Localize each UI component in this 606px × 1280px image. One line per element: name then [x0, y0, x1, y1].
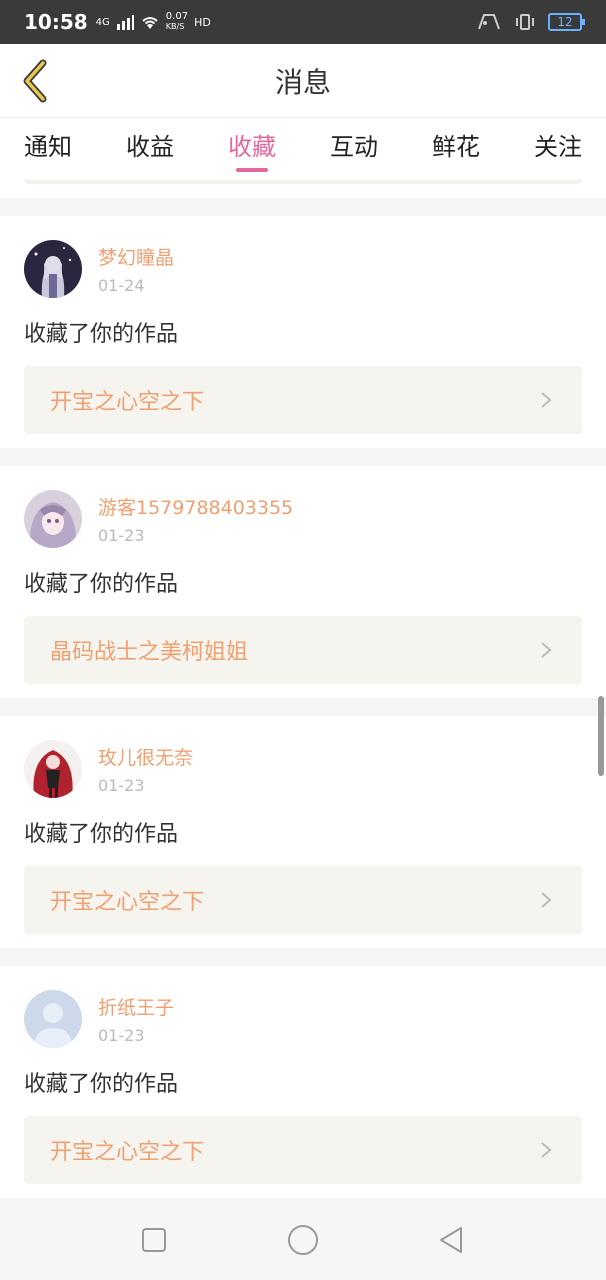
- avatar[interactable]: [24, 740, 82, 798]
- message-date: 01-23: [98, 1026, 145, 1045]
- chevron-right-icon: [541, 392, 552, 408]
- work-title: 开宝之心空之下: [50, 1140, 205, 1165]
- action-text: 收藏了你的作品: [24, 322, 179, 347]
- status-right-icons: 12: [476, 13, 585, 31]
- work-link[interactable]: 开宝之心空之下: [24, 866, 582, 934]
- game-mode-icon: [478, 14, 500, 30]
- card-head: 折纸王子 01-23: [24, 990, 582, 1048]
- anime-avatar-red: [24, 740, 82, 798]
- status-bar: 10:58 4G 0.07 KB/S HD 12: [0, 0, 606, 44]
- signal-icon: [116, 15, 134, 30]
- system-navigation-bar: [0, 1200, 606, 1280]
- avatar[interactable]: [24, 490, 82, 548]
- tab-interaction[interactable]: 互动: [330, 127, 378, 172]
- tab-favorites[interactable]: 收藏: [228, 127, 276, 172]
- default-avatar-icon: [24, 990, 82, 1048]
- action-text: 收藏了你的作品: [24, 822, 179, 847]
- home-button[interactable]: [283, 1220, 323, 1260]
- back-system-button[interactable]: [432, 1220, 472, 1260]
- work-link[interactable]: 晶码战士之美柯姐姐: [24, 616, 582, 684]
- chevron-right-icon: [541, 892, 552, 908]
- tab-follow[interactable]: 关注: [534, 127, 582, 172]
- list-item: 折纸王子 01-23 收藏了你的作品 开宝之心空之下: [0, 966, 606, 1198]
- anime-avatar-lavender: [24, 490, 82, 548]
- card-head: 玫儿很无奈 01-23: [24, 740, 582, 798]
- back-button[interactable]: [14, 58, 54, 104]
- header: 消息: [0, 44, 606, 118]
- wifi-icon: [142, 17, 158, 29]
- battery-icon: 12: [548, 13, 585, 31]
- user-info: 玫儿很无奈 01-23: [98, 743, 193, 795]
- message-date: 01-23: [98, 776, 145, 795]
- status-time: 10:58: [24, 10, 88, 34]
- battery-level: 12: [557, 15, 573, 29]
- username[interactable]: 玫儿很无奈: [98, 743, 193, 770]
- message-date: 01-23: [98, 526, 145, 545]
- net-speed: 0.07 KB/S: [166, 12, 188, 32]
- chevron-right-icon: [541, 1142, 552, 1158]
- chevron-right-icon: [541, 642, 552, 658]
- work-link[interactable]: 开宝之心空之下: [24, 1116, 582, 1184]
- username[interactable]: 梦幻瞳晶: [98, 243, 174, 270]
- tab-earnings[interactable]: 收益: [126, 127, 174, 172]
- tab-notice[interactable]: 通知: [24, 127, 72, 172]
- work-title: 开宝之心空之下: [50, 890, 205, 915]
- message-date: 01-24: [98, 276, 145, 295]
- card-head: 梦幻瞳晶 01-24: [24, 240, 582, 298]
- hd-icon: HD: [194, 15, 211, 29]
- action-text: 收藏了你的作品: [24, 572, 179, 597]
- work-title: 开宝之心空之下: [50, 390, 205, 415]
- anime-avatar-silver: [24, 240, 82, 298]
- list-item: 梦幻瞳晶 01-24 收藏了你的作品 开宝之心空之下: [0, 216, 606, 448]
- user-info: 游客1579788403355 01-23: [98, 493, 293, 545]
- tab-flowers[interactable]: 鲜花: [432, 127, 480, 172]
- net-speed-value: 0.07: [165, 11, 189, 22]
- scrollbar[interactable]: [598, 696, 604, 776]
- square-icon: [142, 1228, 167, 1252]
- avatar[interactable]: [24, 240, 82, 298]
- list-item: 玫儿很无奈 01-23 收藏了你的作品 开宝之心空之下: [0, 716, 606, 948]
- card-head: 游客1579788403355 01-23: [24, 490, 582, 548]
- net-speed-unit: KB/S: [165, 22, 185, 31]
- page-title: 消息: [274, 65, 331, 99]
- circle-icon: [287, 1225, 318, 1255]
- recents-button[interactable]: [134, 1220, 174, 1260]
- vibrate-icon: [516, 14, 534, 30]
- chevron-left-icon: [23, 59, 47, 103]
- username[interactable]: 折纸王子: [98, 993, 174, 1020]
- work-link[interactable]: 开宝之心空之下: [24, 366, 582, 434]
- work-title: 晶码战士之美柯姐姐: [50, 640, 249, 665]
- message-list[interactable]: 梦幻瞳晶 01-24 收藏了你的作品 开宝之心空之下 游客15797884033…: [0, 180, 606, 1200]
- tab-bar: 通知 收益 收藏 互动 鲜花 关注: [0, 118, 606, 180]
- network-type: 4G: [95, 16, 110, 28]
- username[interactable]: 游客1579788403355: [98, 493, 293, 520]
- user-info: 折纸王子 01-23: [98, 993, 174, 1045]
- user-info: 梦幻瞳晶 01-24: [98, 243, 174, 295]
- triangle-back-icon: [439, 1227, 462, 1253]
- action-text: 收藏了你的作品: [24, 1072, 179, 1097]
- avatar[interactable]: [24, 990, 82, 1048]
- list-item: 游客1579788403355 01-23 收藏了你的作品 晶码战士之美柯姐姐: [0, 466, 606, 698]
- status-left-icons: 4G 0.07 KB/S HD: [96, 12, 211, 32]
- previous-card-edge: [0, 180, 606, 198]
